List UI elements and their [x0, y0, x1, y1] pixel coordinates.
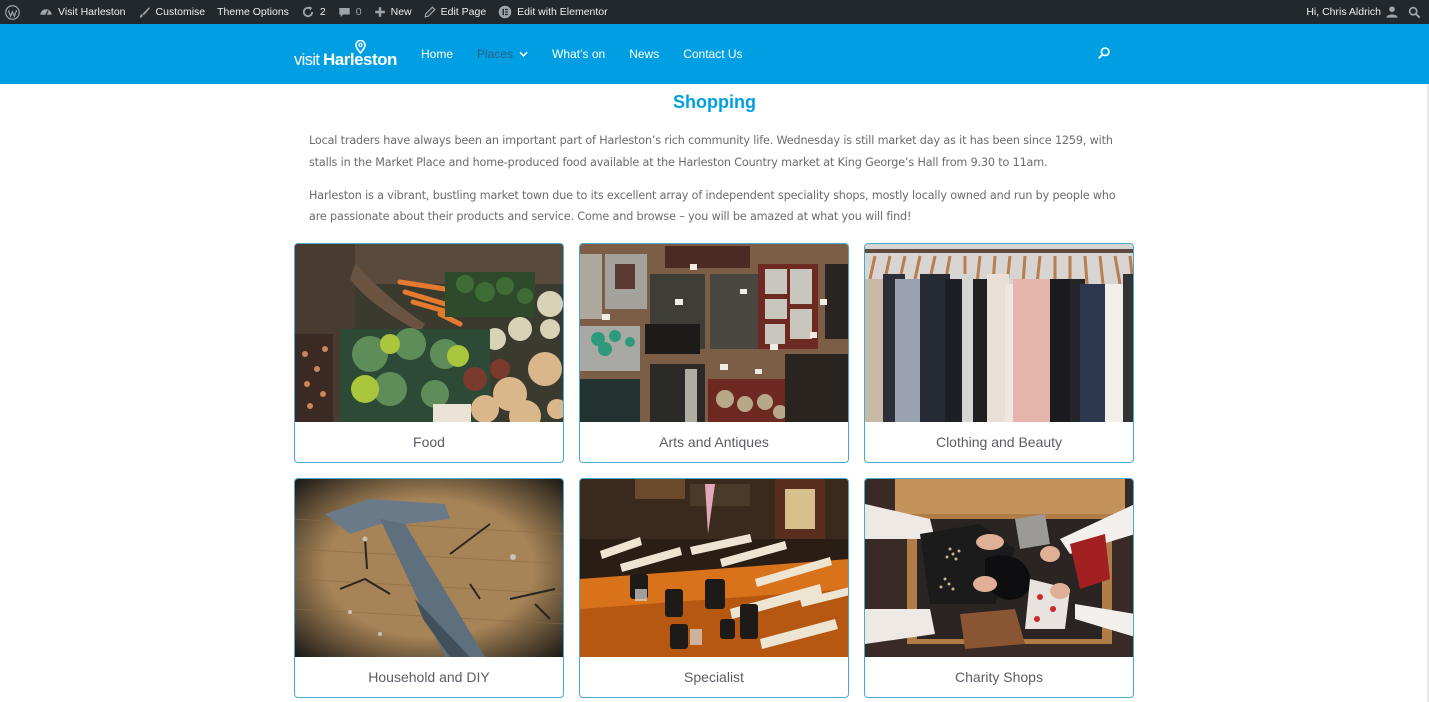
updates-count: 2 [319, 6, 326, 18]
category-card-household-and-diy[interactable]: Household and DIY [294, 478, 564, 698]
pencil-icon [424, 6, 436, 18]
nav-news[interactable]: News [617, 24, 671, 84]
category-label: Arts and Antiques [659, 433, 769, 450]
wordpress-icon [5, 4, 20, 20]
household-and-diy-image [295, 479, 563, 657]
intro-paragraph: Local traders have always been an import… [309, 134, 1113, 169]
edit-with-elementor-link[interactable]: Edit with Elementor [492, 0, 613, 24]
nav-places-label: Places [477, 47, 514, 61]
nav-home[interactable]: Home [409, 24, 465, 84]
my-account-menu[interactable]: Hi, Chris Aldrich [1294, 0, 1404, 24]
site-logo[interactable]: visit Harleston [294, 37, 397, 71]
nav-contact-us[interactable]: Contact Us [671, 24, 754, 84]
site-name-menu[interactable]: Visit Harleston [33, 0, 132, 24]
page-title: Shopping [673, 92, 756, 112]
food-image [295, 244, 563, 422]
comments-count: 0 [355, 6, 362, 18]
site-search-button[interactable] [1097, 45, 1113, 61]
specialist-image [580, 479, 848, 657]
main-nav: Home Places What’s on News Contact Us [409, 24, 755, 84]
comment-icon [338, 6, 351, 19]
dashboard-icon [39, 5, 53, 19]
new-content-menu[interactable]: New [368, 0, 418, 24]
category-card-arts-and-antiques[interactable]: Arts and Antiques [579, 243, 849, 463]
site-header: visit Harleston Home Places What’s on Ne… [0, 24, 1429, 84]
category-card-clothing-and-beauty[interactable]: Clothing and Beauty [864, 243, 1134, 463]
category-label: Household and DIY [368, 668, 490, 685]
category-card-charity-shops[interactable]: Charity Shops [864, 478, 1134, 698]
search-icon [1097, 45, 1111, 64]
edit-page-label: Edit Page [440, 6, 487, 18]
user-avatar-icon [1385, 5, 1399, 19]
category-label: Specialist [684, 668, 744, 685]
category-label: Charity Shops [955, 668, 1043, 685]
new-label: New [390, 6, 412, 18]
updates-link[interactable]: 2 [295, 0, 332, 24]
clothing-and-beauty-image [865, 244, 1133, 422]
nav-whats-on[interactable]: What’s on [540, 24, 617, 84]
nav-home-label: Home [421, 47, 454, 61]
site-name: Visit Harleston [58, 6, 126, 18]
customise-link[interactable]: Customise [132, 0, 212, 24]
intro-text: Local traders have always been an import… [309, 130, 1129, 239]
charity-shops-image [865, 479, 1133, 657]
chevron-down-icon [519, 51, 528, 57]
nav-whats-on-label: What’s on [552, 47, 606, 61]
theme-options-label: Theme Options [217, 6, 289, 18]
intro-paragraph: Harleston is a vibrant, bustling market … [309, 188, 1116, 224]
map-pin-icon [355, 39, 366, 59]
brush-icon [138, 6, 151, 19]
comments-link[interactable]: 0 [332, 0, 368, 24]
admin-search-button[interactable] [1404, 0, 1429, 24]
theme-options-link[interactable]: Theme Options [211, 0, 295, 24]
nav-contact-us-label: Contact Us [683, 47, 743, 61]
category-label: Food [413, 433, 445, 450]
plus-icon [374, 6, 386, 18]
search-icon [1408, 6, 1421, 19]
wp-logo-menu[interactable] [0, 0, 33, 24]
category-card-specialist[interactable]: Specialist [579, 478, 849, 698]
elementor-icon [498, 5, 512, 19]
category-card-food[interactable]: Food [294, 243, 564, 463]
wp-admin-bar: Visit Harleston Customise Theme Options … [0, 0, 1429, 24]
edit-page-link[interactable]: Edit Page [418, 0, 493, 24]
category-label: Clothing and Beauty [935, 433, 1063, 450]
updates-icon [301, 5, 315, 19]
logo-text-visit: visit [294, 51, 320, 69]
arts-and-antiques-image [580, 244, 848, 422]
customise-label: Customise [155, 6, 206, 18]
edit-elementor-label: Edit with Elementor [517, 6, 608, 18]
user-greeting: Hi, Chris Aldrich [1306, 6, 1381, 18]
nav-places[interactable]: Places [465, 24, 540, 84]
nav-news-label: News [629, 47, 660, 61]
